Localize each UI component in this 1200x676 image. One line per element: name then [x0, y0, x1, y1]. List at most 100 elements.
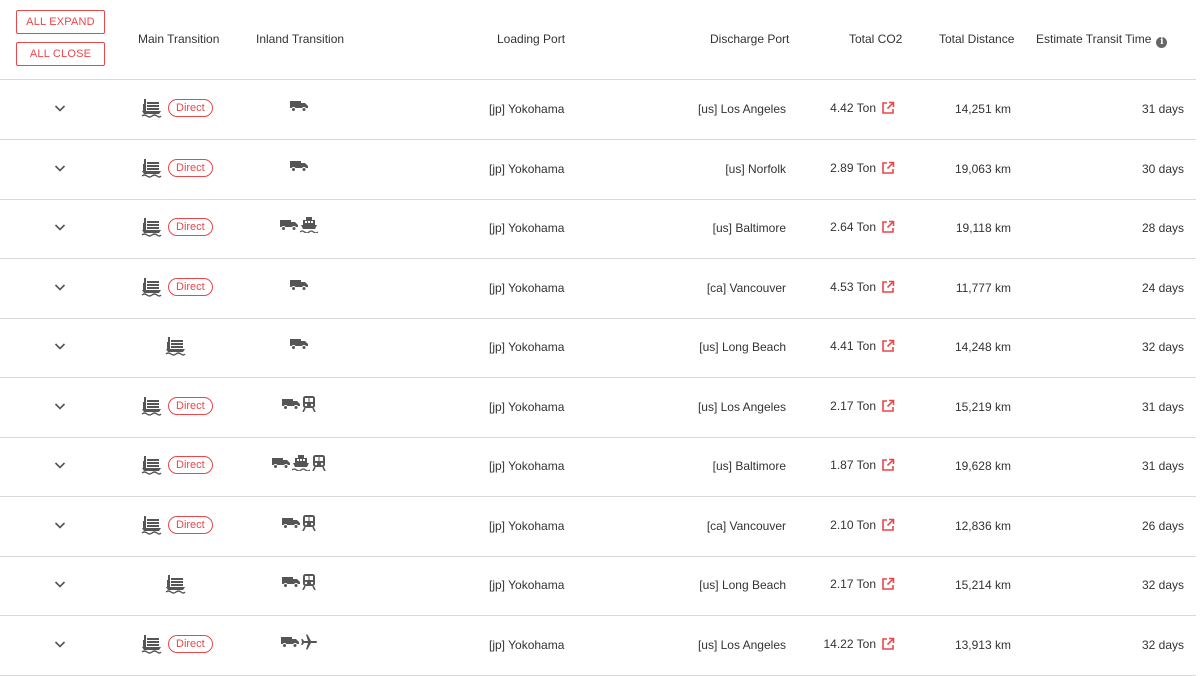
chevron-down-icon[interactable] [52, 636, 68, 652]
direct-badge: Direct [168, 99, 213, 117]
discharge-port: [us] Long Beach [699, 578, 786, 592]
table-row[interactable]: Direct [jp] Yokohama [us] Los Angeles 4.42 … [0, 80, 1196, 140]
loading-port: [jp] Yokohama [489, 518, 565, 533]
total-distance: 11,777 km [955, 280, 1011, 295]
train-icon [302, 574, 316, 590]
main-transition: Direct [141, 514, 213, 536]
inland-transition [280, 215, 318, 235]
discharge-port: [us] Los Angeles [697, 637, 786, 652]
total-distance: 13,913 km [954, 637, 1011, 652]
total-co2-value: 4.41 Ton [830, 339, 876, 353]
total-co2: 2.64 Ton [830, 220, 895, 234]
table-row[interactable]: [jp] Yokohama [us] Long Beach 2.17 Ton 15,2… [0, 556, 1196, 616]
external-link-icon[interactable] [881, 637, 895, 651]
total-distance: 15,219 km [954, 399, 1011, 414]
discharge-port: [us] Long Beach [699, 340, 786, 354]
ship-icon [300, 217, 318, 233]
inland-transition [290, 96, 308, 116]
chevron-down-icon[interactable] [52, 160, 68, 176]
total-distance: 19,063 km [954, 161, 1011, 176]
loading-port: [jp] Yokohama [489, 459, 565, 473]
loading-port: [jp] Yokohama [489, 161, 565, 176]
airplane-icon [301, 634, 317, 650]
table-row[interactable]: Direct [jp] Yokohama [us] Baltimore 1.87 To… [0, 437, 1196, 497]
external-link-icon[interactable] [881, 339, 895, 353]
transit-time: 31 days [1141, 459, 1184, 473]
external-link-icon[interactable] [881, 101, 895, 115]
truck-icon [290, 100, 308, 112]
transit-time: 30 days [1141, 161, 1184, 176]
total-co2-value: 14.22 Ton [823, 636, 877, 651]
truck-icon [290, 160, 308, 172]
external-link-icon[interactable] [881, 280, 895, 294]
main-transition: Direct [141, 395, 213, 417]
table-row[interactable]: Direct [jp] Yokohama [us] Los Angeles 2.17 … [0, 378, 1196, 438]
external-link-icon[interactable] [881, 161, 895, 175]
column-header-loading-port: Loading Port [497, 32, 566, 46]
chevron-down-icon[interactable] [52, 517, 68, 533]
total-co2: 2.10 Ton [830, 518, 895, 532]
column-header-discharge-port: Discharge Port [710, 32, 790, 46]
chevron-down-icon[interactable] [52, 457, 68, 473]
external-link-icon[interactable] [881, 577, 895, 591]
total-co2: 2.89 Ton [830, 161, 895, 175]
vessel-icon [141, 455, 162, 475]
main-transition: Direct [141, 454, 213, 476]
truck-icon [290, 338, 308, 350]
transit-time: 32 days [1141, 340, 1184, 354]
chevron-down-icon[interactable] [52, 576, 68, 592]
truck-icon [282, 398, 300, 410]
external-link-icon[interactable] [881, 399, 895, 413]
table-row[interactable]: [jp] Yokohama [us] Long Beach 4.41 Ton 14,2… [0, 318, 1196, 378]
main-transition: Direct [141, 276, 213, 298]
total-co2-value: 2.17 Ton [830, 398, 876, 413]
total-distance: 19,628 km [954, 459, 1011, 473]
loading-port: [jp] Yokohama [489, 102, 565, 116]
total-co2: 14.22 Ton [824, 637, 896, 651]
total-co2-value: 2.64 Ton [830, 220, 876, 234]
all-close-button[interactable]: ALL CLOSE [16, 42, 105, 66]
transit-time: 31 days [1141, 399, 1184, 414]
chevron-down-icon[interactable] [52, 219, 68, 235]
info-icon[interactable]: i [1156, 37, 1168, 48]
inland-transition [290, 156, 308, 176]
total-co2-value: 2.17 Ton [830, 577, 876, 591]
loading-port: [jp] Yokohama [489, 637, 565, 652]
vessel-icon [141, 515, 162, 535]
total-co2: 4.41 Ton [830, 339, 895, 353]
external-link-icon[interactable] [881, 220, 895, 234]
truck-icon [272, 457, 290, 469]
inland-transition [282, 572, 316, 592]
main-transition: Direct [141, 216, 213, 238]
chevron-down-icon[interactable] [52, 279, 68, 295]
all-expand-button[interactable]: ALL EXPAND [16, 10, 105, 34]
table-row[interactable]: Direct [jp] Yokohama [us] Los Angeles 14.22… [0, 616, 1196, 676]
total-co2-value: 2.10 Ton [830, 517, 876, 532]
table-row[interactable]: Direct [jp] Yokohama [ca] Vancouver 2.10 To… [0, 497, 1196, 557]
loading-port: [jp] Yokohama [489, 280, 565, 295]
vessel-icon [165, 574, 186, 594]
total-co2-value: 4.53 Ton [830, 279, 876, 294]
chevron-down-icon[interactable] [52, 338, 68, 354]
vessel-icon [165, 336, 186, 356]
direct-badge: Direct [168, 456, 213, 474]
transit-time: 32 days [1141, 578, 1184, 592]
inland-transition [282, 513, 316, 533]
column-header-total-co2: Total CO2 [849, 32, 903, 46]
vessel-icon [141, 277, 162, 297]
discharge-port: [ca] Vancouver [706, 518, 786, 533]
table-row[interactable]: Direct [jp] Yokohama [us] Norfolk 2.89 Ton 1… [0, 140, 1196, 200]
transit-time: 24 days [1141, 280, 1184, 295]
chevron-down-icon[interactable] [52, 100, 68, 116]
total-co2: 2.17 Ton [830, 577, 895, 591]
chevron-down-icon[interactable] [52, 398, 68, 414]
total-distance: 19,118 km [955, 221, 1011, 235]
total-co2: 4.42 Ton [830, 101, 895, 115]
total-co2-value: 4.42 Ton [830, 101, 876, 115]
table-row[interactable]: Direct [jp] Yokohama [us] Baltimore 2.64 To… [0, 199, 1196, 259]
external-link-icon[interactable] [881, 458, 895, 472]
vessel-icon [141, 158, 162, 178]
inland-transition [272, 453, 326, 473]
external-link-icon[interactable] [881, 518, 895, 532]
table-row[interactable]: Direct [jp] Yokohama [ca] Vancouver 4.53 To… [0, 259, 1196, 319]
